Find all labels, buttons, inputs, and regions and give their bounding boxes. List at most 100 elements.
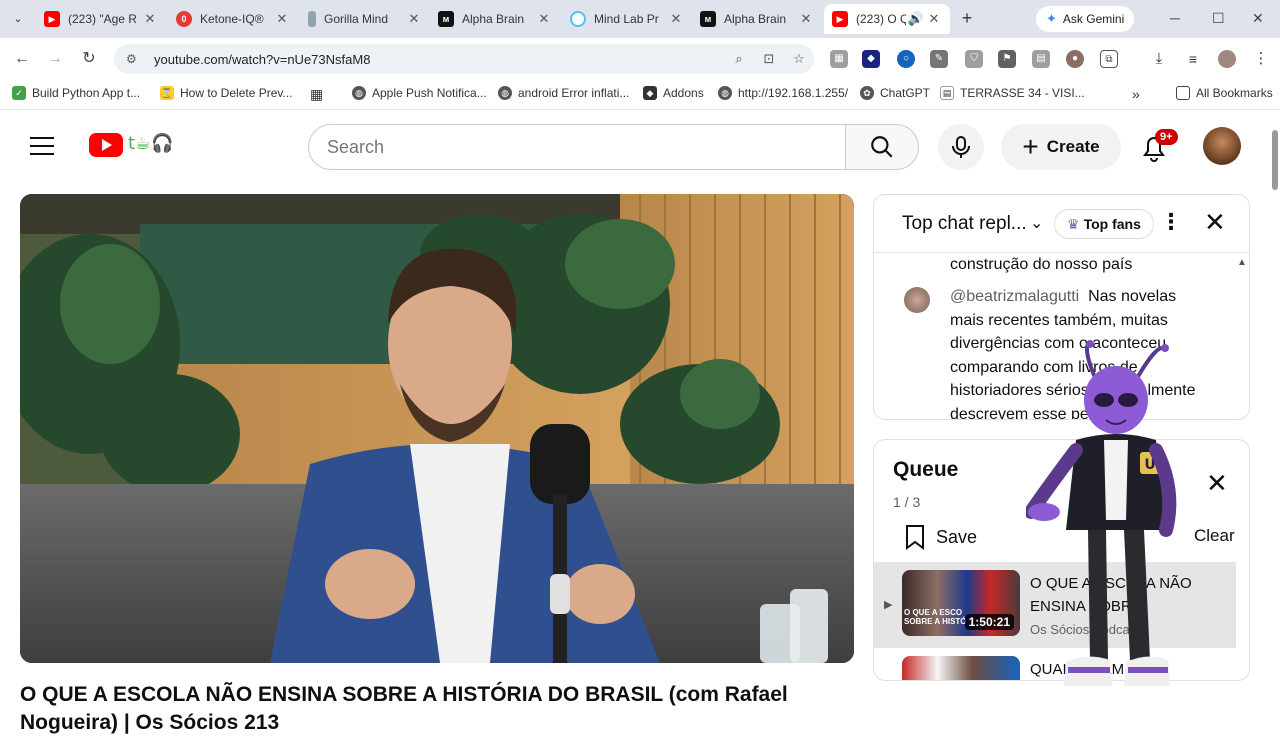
browser-tab[interactable]: ᴍ Alpha Brain ✕ <box>430 4 560 34</box>
close-tab-icon[interactable]: ✕ <box>798 11 814 27</box>
create-label: Create <box>1046 137 1100 156</box>
extensions-puzzle-icon[interactable]: ⧉ <box>1100 50 1118 68</box>
thumbnail-text: O QUE A ESCO SOBRE A HISTÓ <box>904 608 967 626</box>
forward-icon[interactable]: → <box>44 48 66 70</box>
search-icon <box>871 136 893 158</box>
install-app-icon[interactable]: ⊡ <box>754 51 784 67</box>
ask-gemini-label: Ask Gemini <box>1062 12 1125 26</box>
voice-search-button[interactable] <box>938 124 984 170</box>
create-button[interactable]: + Create <box>1001 124 1121 170</box>
document-bookmark-icon: ▤ <box>940 86 954 100</box>
extension-icon[interactable]: ▦ <box>830 50 848 68</box>
media-queue-icon[interactable]: ≡ <box>1184 50 1202 68</box>
browser-tab[interactable]: Mind Lab Pr ✕ <box>562 4 692 34</box>
diamond-bookmark-icon: ◆ <box>643 86 657 100</box>
guide-menu-icon[interactable] <box>30 137 54 155</box>
notifications-badge: 9+ <box>1155 129 1178 145</box>
more-bookmarks-icon[interactable]: » <box>1132 86 1140 102</box>
plus-icon: + <box>1022 131 1039 162</box>
speaker-icon[interactable]: 🔊 <box>906 11 926 27</box>
circle-extension-icon[interactable]: ○ <box>897 50 915 68</box>
grid-extension-icon[interactable]: ▤ <box>1032 50 1050 68</box>
profile-avatar-icon[interactable] <box>1218 50 1236 68</box>
queue-title: Queue <box>893 458 959 481</box>
close-window-icon[interactable]: ✕ <box>1252 10 1264 27</box>
bookmark-item[interactable]: ◍ android Error inflati... <box>498 86 629 100</box>
close-tab-icon[interactable]: ✕ <box>536 11 552 27</box>
bookmarks-bar: ✓ Build Python App t... ⌛ How to Delete … <box>0 80 1280 110</box>
queue-thumbnail[interactable]: O QUE A ESCO SOBRE A HISTÓ 1:50:21 <box>902 570 1020 636</box>
bookmark-item[interactable]: ◍ http://192.168.1.255/ <box>718 86 848 100</box>
browser-tab[interactable]: 0 Ketone-IQ® ✕ <box>168 4 298 34</box>
download-icon[interactable]: ⤓ <box>1150 50 1168 68</box>
tab-search-dropdown-icon[interactable]: ⌄ <box>6 8 30 30</box>
queue-thumbnail[interactable] <box>902 656 1020 680</box>
site-settings-icon[interactable]: ⚙ <box>126 52 142 66</box>
browser-tab[interactable]: ▶ (223) "Age R ✕ <box>36 4 166 34</box>
puzzle-extension-icon[interactable]: ✎ <box>930 50 948 68</box>
address-bar[interactable]: ⚙ youtube.com/watch?v=nUe73NsfaM8 ⌕ ⊡ ☆ <box>114 44 814 74</box>
close-chat-icon[interactable]: ✕ <box>1204 207 1226 238</box>
scrollbar-thumb[interactable] <box>1272 130 1278 190</box>
bookmark-item[interactable]: ✿ ChatGPT <box>860 86 930 100</box>
more-options-icon[interactable]: ⋮ <box>1160 209 1182 235</box>
search-input[interactable]: Search <box>308 124 846 170</box>
doodle-icon: 𝗍☕🎧 <box>128 133 174 153</box>
bookmark-item[interactable]: ◍ Apple Push Notifica... <box>352 86 487 100</box>
hexagon-favicon-icon <box>570 11 586 27</box>
close-tab-icon[interactable]: ✕ <box>274 11 290 27</box>
search-placeholder: Search <box>327 136 385 157</box>
all-bookmarks-folder[interactable]: All Bookmarks <box>1176 86 1273 100</box>
close-tab-icon[interactable]: ✕ <box>926 11 942 27</box>
page-scrollbar[interactable] <box>1270 118 1280 720</box>
back-icon[interactable]: ← <box>11 48 33 70</box>
close-tab-icon[interactable]: ✕ <box>406 11 422 27</box>
queue-count: 1 / 3 <box>893 494 921 510</box>
bookmark-item[interactable]: ⌛ How to Delete Prev... <box>160 86 293 100</box>
browser-tab[interactable]: Gorilla Mind ✕ <box>300 4 430 34</box>
bookmark-item[interactable]: ✓ Build Python App t... <box>12 86 140 100</box>
reload-icon[interactable]: ↻ <box>78 48 100 70</box>
bookmark-label: Addons <box>663 86 704 100</box>
chat-author-avatar[interactable] <box>904 287 930 313</box>
browser-tab[interactable]: ᴍ Alpha Brain ✕ <box>692 4 822 34</box>
browser-menu-icon[interactable]: ⋮ <box>1252 50 1270 68</box>
chatgpt-bookmark-icon: ✿ <box>860 86 874 100</box>
chat-mode-dropdown[interactable]: Top chat repl... <box>902 213 1027 235</box>
chat-message-text: construção do nosso país <box>950 256 1133 273</box>
new-tab-button[interactable]: + <box>956 8 978 30</box>
bookmark-label: android Error inflati... <box>518 86 630 100</box>
profile-extension-icon[interactable]: ● <box>1066 50 1084 68</box>
flag-extension-icon[interactable]: ⚑ <box>998 50 1016 68</box>
browser-tab-active[interactable]: ▶ (223) O Q 🔊 ✕ <box>824 4 950 34</box>
minimize-window-icon[interactable]: ─ <box>1170 10 1180 26</box>
top-fans-button[interactable]: ♛ Top fans <box>1054 209 1154 239</box>
url-text[interactable]: youtube.com/watch?v=nUe73NsfaM8 <box>154 52 724 67</box>
guard-extension-icon[interactable]: ⛉ <box>965 50 983 68</box>
maximize-window-icon[interactable]: ☐ <box>1212 10 1225 27</box>
search-button[interactable] <box>845 124 919 170</box>
chevron-down-icon[interactable]: ⌄ <box>1030 213 1043 233</box>
bookmark-label: http://192.168.1.255/ <box>738 86 849 100</box>
close-tab-icon[interactable]: ✕ <box>668 11 684 27</box>
close-tab-icon[interactable]: ✕ <box>142 11 158 27</box>
ask-gemini-button[interactable]: ✦ Ask Gemini <box>1036 6 1135 32</box>
youtube-logo[interactable] <box>89 133 123 157</box>
save-queue-button[interactable]: Save <box>904 524 977 550</box>
scroll-up-arrow-icon[interactable]: ▲ <box>1237 257 1247 268</box>
bookmark-label: TERRASSE 34 - VISI... <box>960 86 1085 100</box>
apps-grid-icon[interactable]: ▦ <box>310 86 323 103</box>
zoom-icon[interactable]: ⌕ <box>724 51 754 67</box>
account-avatar[interactable] <box>1203 127 1241 165</box>
ant-mascot-sticker: U <box>1026 340 1177 686</box>
bookmark-item[interactable]: ◆ Addons <box>643 86 704 100</box>
bookmark-label: All Bookmarks <box>1196 86 1273 100</box>
bottle-favicon-icon <box>308 11 316 27</box>
close-queue-icon[interactable]: ✕ <box>1206 468 1228 499</box>
bookmark-item[interactable]: ▤ TERRASSE 34 - VISI... <box>940 86 1085 100</box>
shield-extension-icon[interactable]: ◆ <box>862 50 880 68</box>
bookmark-star-icon[interactable]: ☆ <box>784 51 814 67</box>
globe-bookmark-icon: ◍ <box>352 86 366 100</box>
video-player[interactable] <box>20 194 854 663</box>
chat-author-name[interactable]: @beatrizmalagutti <box>950 288 1079 305</box>
